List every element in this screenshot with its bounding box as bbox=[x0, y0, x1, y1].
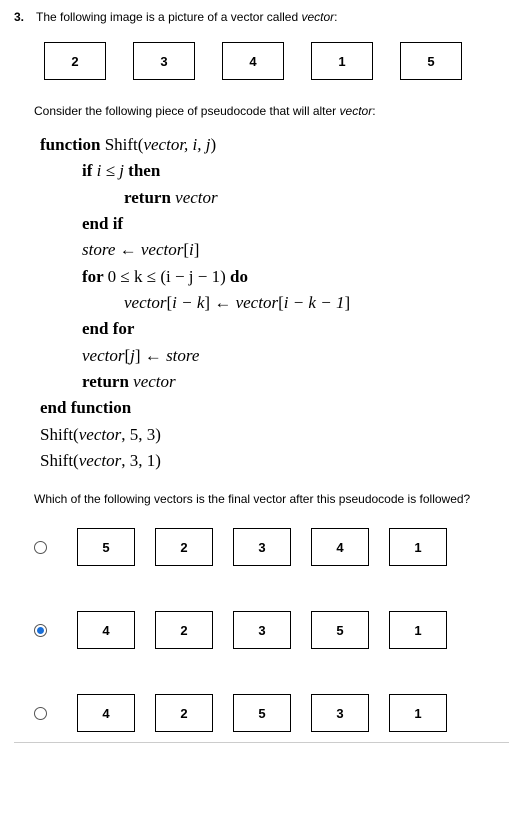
vector-cell: 4 bbox=[77, 694, 135, 732]
var: vector bbox=[141, 240, 183, 259]
kw-function: function bbox=[40, 135, 100, 154]
option-c[interactable]: 4 2 5 3 1 bbox=[34, 694, 509, 732]
option-c-vector: 4 2 5 3 1 bbox=[77, 694, 447, 732]
vector-cell: 3 bbox=[311, 694, 369, 732]
var: vector bbox=[175, 188, 217, 207]
intro-var: vector bbox=[301, 10, 334, 24]
var: store bbox=[166, 346, 199, 365]
txt: ] bbox=[344, 293, 350, 312]
vector-cell: 2 bbox=[155, 611, 213, 649]
kw-return: return bbox=[124, 188, 175, 207]
txt: , 3, 1) bbox=[121, 451, 161, 470]
vector-cell: 1 bbox=[311, 42, 373, 80]
kw-then: then bbox=[124, 161, 160, 180]
kw-endfor: end for bbox=[82, 319, 134, 338]
consider-text: Consider the following piece of pseudoco… bbox=[34, 104, 509, 118]
vector-cell: 1 bbox=[389, 694, 447, 732]
var: vector bbox=[236, 293, 278, 312]
option-b[interactable]: 4 2 3 5 1 bbox=[34, 611, 509, 649]
kw-do: do bbox=[226, 267, 248, 286]
var: vector bbox=[79, 425, 121, 444]
vector-cell: 2 bbox=[155, 528, 213, 566]
bottom-divider bbox=[14, 742, 509, 743]
var: i − k − 1 bbox=[284, 293, 345, 312]
answer-prompt: Which of the following vectors is the fi… bbox=[34, 492, 509, 506]
radio-a[interactable] bbox=[34, 541, 47, 554]
option-a[interactable]: 5 2 3 4 1 bbox=[34, 528, 509, 566]
question-intro: The following image is a picture of a ve… bbox=[36, 10, 338, 24]
txt: ] ← bbox=[135, 346, 166, 365]
var: store bbox=[82, 240, 115, 259]
var: i ≤ j bbox=[97, 161, 124, 180]
txt: ] bbox=[194, 240, 200, 259]
var: i − k bbox=[172, 293, 204, 312]
txt: Shift( bbox=[40, 451, 79, 470]
kw-return2: return bbox=[82, 372, 133, 391]
consider-pre: Consider the following piece of pseudoco… bbox=[34, 104, 340, 118]
vector-cell: 4 bbox=[77, 611, 135, 649]
vector-cell: 4 bbox=[311, 528, 369, 566]
option-b-vector: 4 2 3 5 1 bbox=[77, 611, 447, 649]
kw-endif: end if bbox=[82, 214, 123, 233]
vector-cell: 5 bbox=[400, 42, 462, 80]
vector-cell: 5 bbox=[233, 694, 291, 732]
vector-cell: 1 bbox=[389, 611, 447, 649]
txt: ] ← bbox=[204, 293, 235, 312]
var: vector bbox=[124, 293, 166, 312]
var: vector bbox=[133, 372, 175, 391]
var: vector bbox=[79, 451, 121, 470]
kw-for: for bbox=[82, 267, 108, 286]
kw-if: if bbox=[82, 161, 97, 180]
radio-b[interactable] bbox=[34, 624, 47, 637]
txt: Shift( bbox=[100, 135, 143, 154]
vector-cell: 5 bbox=[77, 528, 135, 566]
question-number: 3. bbox=[14, 10, 28, 24]
vector-cell: 1 bbox=[389, 528, 447, 566]
vector-cell: 3 bbox=[233, 528, 291, 566]
txt: ← bbox=[115, 240, 141, 259]
vector-cell: 4 bbox=[222, 42, 284, 80]
txt: 0 ≤ k ≤ (i − j − 1) bbox=[108, 267, 226, 286]
var: vector bbox=[82, 346, 124, 365]
txt: , 5, 3) bbox=[121, 425, 161, 444]
kw-endfunction: end function bbox=[40, 398, 131, 417]
vector-cell: 3 bbox=[133, 42, 195, 80]
radio-c[interactable] bbox=[34, 707, 47, 720]
vector-cell: 2 bbox=[155, 694, 213, 732]
txt: ) bbox=[211, 135, 217, 154]
consider-var: vector bbox=[340, 104, 373, 118]
vector-cell: 2 bbox=[44, 42, 106, 80]
vector-cell: 5 bbox=[311, 611, 369, 649]
vector-cell: 3 bbox=[233, 611, 291, 649]
pseudocode-block: function Shift(vector, i, j) if i ≤ j th… bbox=[40, 132, 509, 474]
question-header: 3. The following image is a picture of a… bbox=[14, 10, 509, 24]
intro-post: : bbox=[334, 10, 337, 24]
txt: Shift( bbox=[40, 425, 79, 444]
consider-post: : bbox=[372, 104, 375, 118]
option-a-vector: 5 2 3 4 1 bbox=[77, 528, 447, 566]
initial-vector: 2 3 4 1 5 bbox=[44, 42, 509, 80]
intro-pre: The following image is a picture of a ve… bbox=[36, 10, 301, 24]
var: vector, i, j bbox=[143, 135, 210, 154]
